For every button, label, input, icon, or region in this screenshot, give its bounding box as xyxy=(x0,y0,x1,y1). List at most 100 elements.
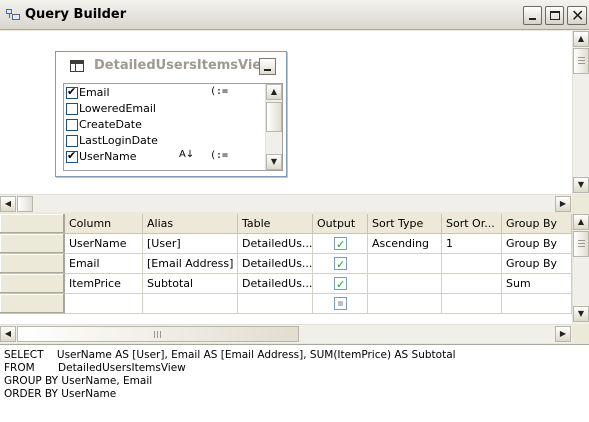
query-builder-icon xyxy=(6,9,20,21)
scroll-thumb[interactable] xyxy=(17,326,299,342)
cell-table[interactable] xyxy=(238,294,313,314)
sql-line: GROUP BY UserName, Email xyxy=(4,375,153,387)
column-header-table[interactable]: Table xyxy=(238,214,313,234)
cell-output[interactable] xyxy=(313,294,368,314)
table-box[interactable]: DetailedUsersItemsView Email (:= Lowered… xyxy=(55,51,287,177)
title-bar[interactable]: Query Builder ✕ xyxy=(0,0,589,30)
scroll-thumb[interactable] xyxy=(573,231,589,257)
cell-sort-type[interactable]: Ascending xyxy=(368,234,442,254)
cell-output[interactable] xyxy=(313,274,368,294)
diagram-horizontal-scrollbar[interactable]: ◀ ▶ xyxy=(0,194,572,212)
cell-sort-order[interactable]: 1 xyxy=(442,234,502,254)
cell-column[interactable] xyxy=(65,294,143,314)
cell-output[interactable] xyxy=(313,234,368,254)
column-label-email: Email xyxy=(79,86,110,99)
scroll-right-button[interactable]: ▶ xyxy=(555,196,571,212)
scroll-down-button[interactable]: ▼ xyxy=(573,177,589,193)
column-checkbox-createdate[interactable] xyxy=(66,119,78,131)
maximize-button[interactable] xyxy=(545,6,564,25)
cell-group-by[interactable]: Group By xyxy=(502,254,572,274)
scroll-down-button[interactable]: ▼ xyxy=(266,154,282,170)
column-row-createdate[interactable]: CreateDate xyxy=(64,117,264,133)
cell-column[interactable]: ItemPrice xyxy=(65,274,143,294)
column-header-sort-order[interactable]: Sort Or... xyxy=(442,214,502,234)
output-checkbox[interactable] xyxy=(334,255,347,273)
table-box-header[interactable]: DetailedUsersItemsView xyxy=(56,52,286,80)
scroll-thumb[interactable] xyxy=(17,196,33,212)
close-button[interactable]: ✕ xyxy=(567,6,587,25)
filter-icon: (:= xyxy=(210,150,229,161)
row-header[interactable] xyxy=(0,254,65,274)
column-checkbox-email[interactable] xyxy=(66,85,78,99)
cell-column[interactable]: Email xyxy=(65,254,143,274)
output-checkbox[interactable] xyxy=(334,275,347,293)
cell-sort-order[interactable] xyxy=(442,254,502,274)
scroll-thumb[interactable] xyxy=(266,102,282,132)
diagram-pane[interactable]: DetailedUsersItemsView Email (:= Lowered… xyxy=(0,31,589,194)
cell-group-by[interactable] xyxy=(502,294,572,314)
sql-pane[interactable]: SELECT UserName AS [User], Email AS [Ema… xyxy=(0,344,589,422)
column-row-lastlogindate[interactable]: LastLoginDate xyxy=(64,133,264,149)
cell-column[interactable]: UserName xyxy=(65,234,143,254)
column-row-email[interactable]: Email (:= xyxy=(64,85,264,101)
cell-table[interactable]: DetailedUs... xyxy=(238,254,313,274)
table-column-list[interactable]: Email (:= LoweredEmail CreateDate LastLo… xyxy=(63,83,283,171)
column-header-group-by[interactable]: Group By xyxy=(502,214,572,234)
column-row-username[interactable]: UserName A↓ (:= xyxy=(64,149,264,165)
cell-group-by[interactable]: Group By xyxy=(502,234,572,254)
minimize-button[interactable] xyxy=(523,6,542,25)
grid-horizontal-scrollbar[interactable]: ◀ ▶ xyxy=(0,324,572,343)
window-title: Query Builder xyxy=(25,7,127,22)
cell-alias[interactable] xyxy=(143,294,238,314)
cell-sort-order[interactable] xyxy=(442,274,502,294)
grid-corner-header xyxy=(0,214,65,234)
cell-table[interactable]: DetailedUs... xyxy=(238,234,313,254)
row-header[interactable] xyxy=(0,234,65,254)
table-icon xyxy=(70,60,84,72)
column-header-sort-type[interactable]: Sort Type xyxy=(368,214,442,234)
cell-table[interactable]: DetailedUs... xyxy=(238,274,313,294)
cell-group-by[interactable]: Sum xyxy=(502,274,572,294)
table-list-scrollbar[interactable]: ▲ ▼ xyxy=(265,84,282,170)
scroll-right-button[interactable]: ▶ xyxy=(555,326,571,342)
cell-alias[interactable]: [Email Address] xyxy=(143,254,238,274)
column-checkbox-lastlogindate[interactable] xyxy=(66,135,78,147)
diagram-vertical-scrollbar[interactable]: ▲ ▼ xyxy=(572,31,589,194)
scroll-up-button[interactable]: ▲ xyxy=(266,84,282,100)
scroll-down-button[interactable]: ▼ xyxy=(573,306,589,322)
column-header-output[interactable]: Output xyxy=(313,214,368,234)
scroll-corner xyxy=(572,194,589,214)
column-header-column[interactable]: Column xyxy=(65,214,143,234)
cell-sort-type[interactable] xyxy=(368,254,442,274)
column-header-alias[interactable]: Alias xyxy=(143,214,238,234)
row-header[interactable] xyxy=(0,274,65,294)
cell-alias[interactable]: [User] xyxy=(143,234,238,254)
row-header[interactable] xyxy=(0,294,65,314)
table-box-minimize-button[interactable] xyxy=(259,58,276,75)
column-label-username: UserName xyxy=(79,150,137,163)
table-box-title: DetailedUsersItemsView xyxy=(94,58,274,73)
column-checkbox-loweredemail[interactable] xyxy=(66,103,78,115)
scroll-up-button[interactable]: ▲ xyxy=(573,31,589,47)
criteria-grid[interactable]: Column Alias Table Output Sort Type Sort… xyxy=(0,214,572,324)
scroll-corner xyxy=(572,324,589,343)
column-row-loweredemail[interactable]: LoweredEmail xyxy=(64,101,264,117)
scroll-thumb[interactable] xyxy=(573,48,589,74)
sql-line: SELECT UserName AS [User], Email AS [Ema… xyxy=(4,349,456,361)
scroll-left-button[interactable]: ◀ xyxy=(0,196,16,212)
maximize-icon xyxy=(550,11,560,20)
column-label-loweredemail: LoweredEmail xyxy=(79,102,156,115)
cell-sort-order[interactable] xyxy=(442,294,502,314)
grid-vertical-scrollbar[interactable]: ▲ ▼ xyxy=(572,214,589,324)
cell-output[interactable] xyxy=(313,254,368,274)
scroll-left-button[interactable]: ◀ xyxy=(0,326,16,342)
cell-alias[interactable]: Subtotal xyxy=(143,274,238,294)
output-checkbox[interactable] xyxy=(334,297,347,310)
output-checkbox[interactable] xyxy=(334,235,347,253)
column-checkbox-username[interactable] xyxy=(66,149,78,163)
sort-ascending-icon: A↓ xyxy=(179,149,195,160)
cell-sort-type[interactable] xyxy=(368,294,442,314)
sql-line: ORDER BY UserName xyxy=(4,388,117,400)
cell-sort-type[interactable] xyxy=(368,274,442,294)
scroll-up-button[interactable]: ▲ xyxy=(573,214,589,230)
